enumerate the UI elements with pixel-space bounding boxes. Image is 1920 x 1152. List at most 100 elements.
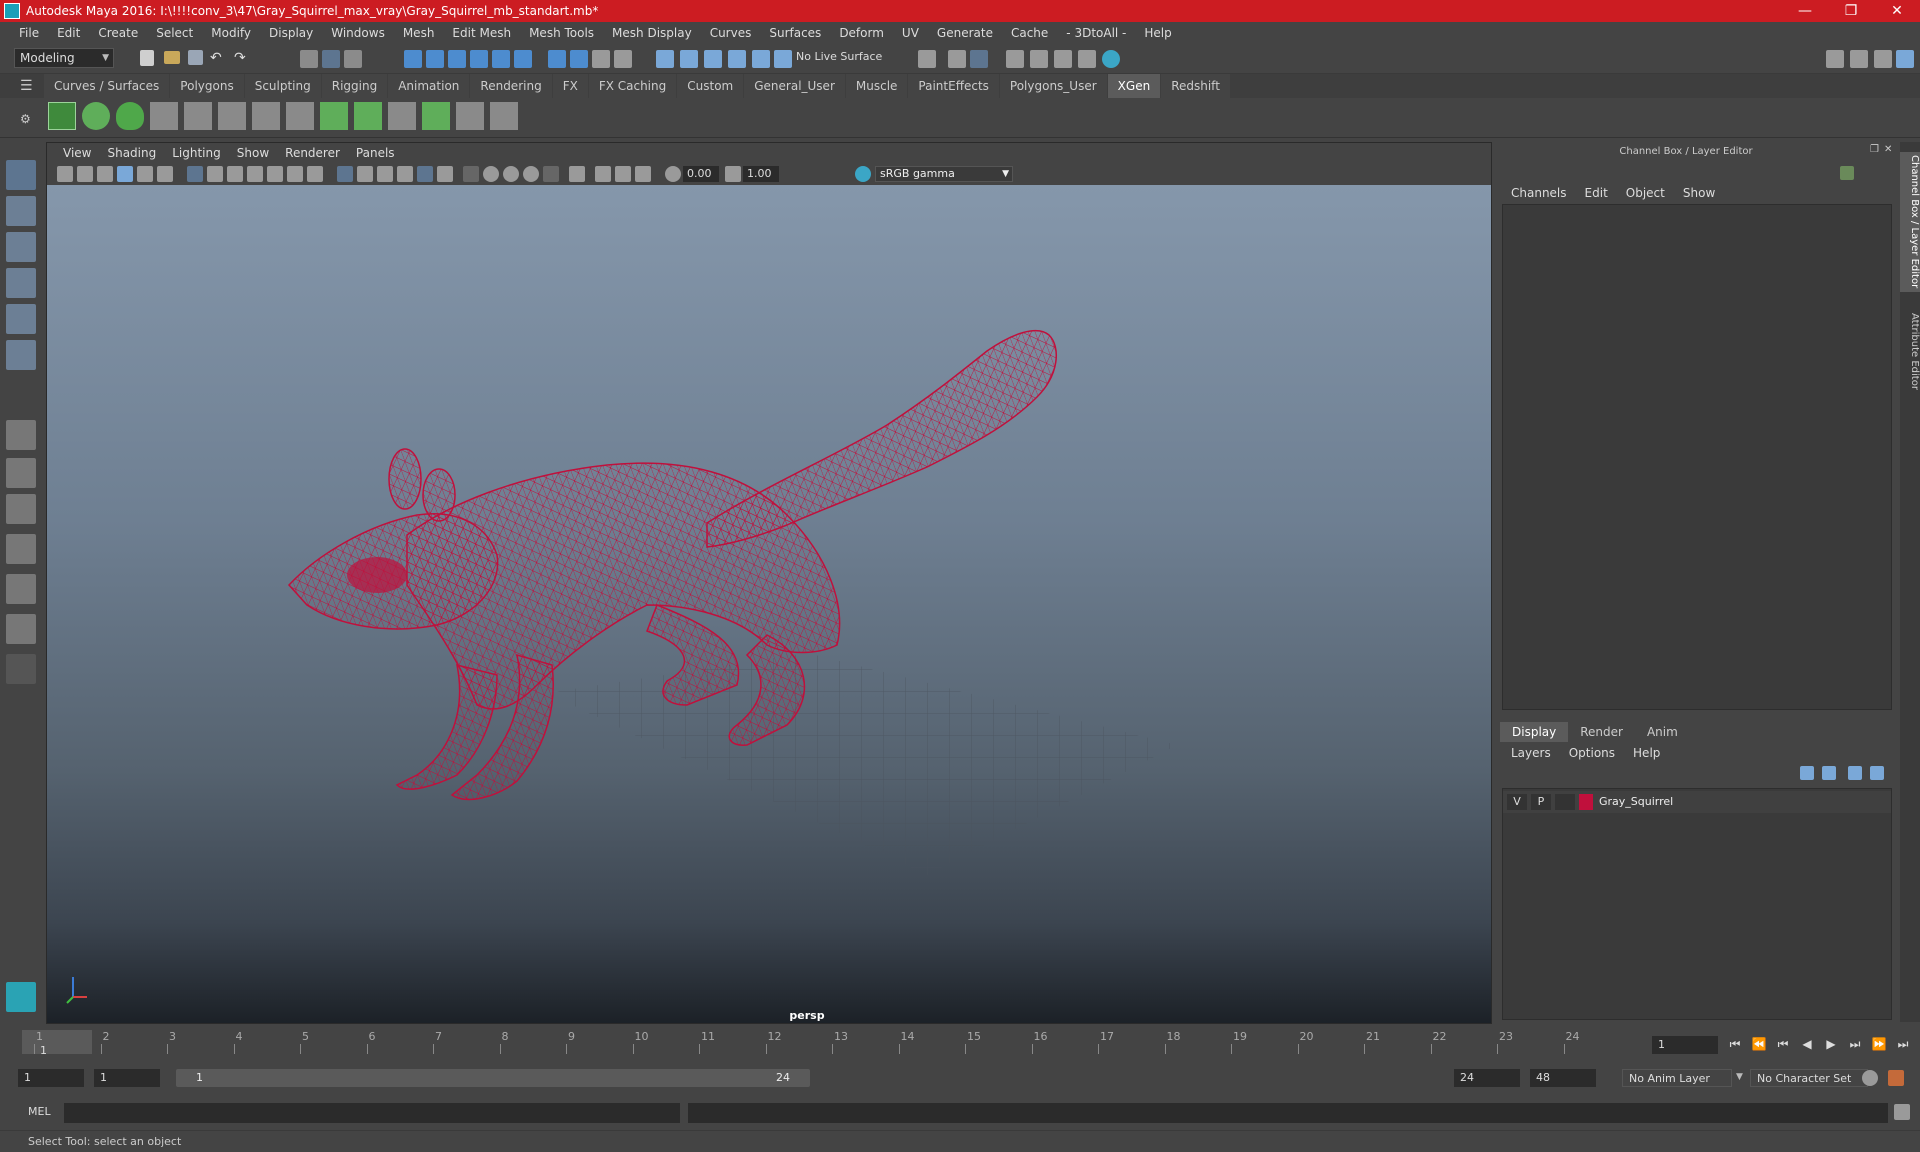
xgen-sculpt-guides-icon[interactable] bbox=[218, 102, 246, 130]
lasso-tool-icon[interactable] bbox=[6, 196, 36, 226]
anti-aliasing-icon[interactable] bbox=[523, 166, 539, 182]
xgen-create-description-icon[interactable] bbox=[116, 102, 144, 130]
move-tool-icon[interactable] bbox=[6, 268, 36, 298]
ipr-render-icon[interactable] bbox=[970, 50, 988, 68]
menu-mesh-tools[interactable]: Mesh Tools bbox=[520, 26, 603, 40]
menu-display[interactable]: Display bbox=[260, 26, 322, 40]
layout-four-icon[interactable] bbox=[6, 458, 36, 488]
gamma-field[interactable]: 1.00 bbox=[743, 166, 779, 182]
xgen-grass-icon[interactable] bbox=[422, 102, 450, 130]
panel-menu-panels[interactable]: Panels bbox=[348, 146, 403, 160]
ambient-occlusion-icon[interactable] bbox=[483, 166, 499, 182]
scale-tool-icon[interactable] bbox=[6, 340, 36, 370]
select-by-object-icon[interactable] bbox=[322, 50, 340, 68]
float-panel-icon[interactable]: ❐ bbox=[1870, 144, 1882, 156]
undo-icon[interactable]: ↶ bbox=[210, 50, 228, 68]
play-backward-icon[interactable]: ◀ bbox=[1798, 1036, 1816, 1052]
toggle-channel-box-icon[interactable] bbox=[1874, 50, 1892, 68]
motion-blur-icon[interactable] bbox=[503, 166, 519, 182]
snap-view-plane-icon[interactable] bbox=[492, 50, 510, 68]
input-ops-icon[interactable] bbox=[918, 50, 936, 68]
panel-menu-renderer[interactable]: Renderer bbox=[277, 146, 348, 160]
panel-menu-lighting[interactable]: Lighting bbox=[164, 146, 229, 160]
reflection-icon[interactable] bbox=[704, 50, 722, 68]
layer-color-swatch[interactable] bbox=[1579, 794, 1593, 810]
layer-type-toggle[interactable] bbox=[1555, 794, 1575, 810]
hypershade-icon[interactable] bbox=[1054, 50, 1072, 68]
make-live-icon[interactable] bbox=[514, 50, 532, 68]
menu-windows[interactable]: Windows bbox=[322, 26, 394, 40]
camera-select-icon[interactable] bbox=[57, 166, 73, 182]
menu-mesh-display[interactable]: Mesh Display bbox=[603, 26, 701, 40]
snap-grid-icon[interactable] bbox=[404, 50, 422, 68]
shelf-tab-polygons[interactable]: Polygons bbox=[170, 74, 244, 98]
shelf-tab-curves-surfaces[interactable]: Curves / Surfaces bbox=[44, 74, 170, 98]
playback-end-field[interactable]: 24 bbox=[1454, 1069, 1520, 1087]
render-view-icon[interactable] bbox=[1006, 50, 1024, 68]
menu-file[interactable]: File bbox=[10, 26, 48, 40]
menu-select[interactable]: Select bbox=[147, 26, 202, 40]
menu-modify[interactable]: Modify bbox=[202, 26, 260, 40]
xray-icon[interactable] bbox=[397, 166, 413, 182]
channel-box-area[interactable] bbox=[1502, 204, 1892, 710]
wireframe-icon[interactable] bbox=[337, 166, 353, 182]
workspace-icon[interactable] bbox=[1826, 50, 1844, 68]
grease-pencil-icon[interactable] bbox=[157, 166, 173, 182]
menu-edit-mesh[interactable]: Edit Mesh bbox=[443, 26, 520, 40]
xray-active-icon[interactable] bbox=[615, 166, 631, 182]
gate-mask-icon[interactable] bbox=[247, 166, 263, 182]
isolate-select-icon[interactable] bbox=[569, 166, 585, 182]
menu-mesh[interactable]: Mesh bbox=[394, 26, 444, 40]
image-plane-icon[interactable] bbox=[117, 166, 133, 182]
character-set-select[interactable]: No Character Set bbox=[1750, 1069, 1868, 1087]
new-scene-icon[interactable] bbox=[140, 50, 154, 66]
snap-curve-icon[interactable] bbox=[426, 50, 444, 68]
shelf-tab-fx[interactable]: FX bbox=[552, 74, 588, 98]
panel-menu-shading[interactable]: Shading bbox=[99, 146, 164, 160]
save-scene-icon[interactable] bbox=[188, 50, 203, 65]
symmetry-icon[interactable] bbox=[656, 50, 674, 68]
animation-preferences-icon[interactable] bbox=[1888, 1070, 1904, 1086]
cb-menu-show[interactable]: Show bbox=[1674, 186, 1724, 200]
render-setup-icon[interactable] bbox=[1078, 50, 1096, 68]
paint-select-tool-icon[interactable] bbox=[6, 232, 36, 262]
layer-tab-display[interactable]: Display bbox=[1500, 722, 1569, 742]
shelf-tab-xgen[interactable]: XGen bbox=[1107, 74, 1161, 98]
auto-key-icon[interactable] bbox=[1862, 1070, 1878, 1086]
layout-graph-icon[interactable] bbox=[6, 614, 36, 644]
xgen-lock-guides-icon[interactable] bbox=[286, 102, 314, 130]
side-tab-channel-box[interactable]: Channel Box / Layer Editor bbox=[1900, 152, 1920, 292]
construction-history-icon[interactable] bbox=[570, 50, 588, 68]
depth-of-field-icon[interactable] bbox=[543, 166, 559, 182]
anim-start-field[interactable]: 1 bbox=[18, 1069, 84, 1087]
shelf-tab-fx-caching[interactable]: FX Caching bbox=[588, 74, 677, 98]
menu-create[interactable]: Create bbox=[89, 26, 147, 40]
cb-menu-edit[interactable]: Edit bbox=[1576, 186, 1617, 200]
shelf-tab-rendering[interactable]: Rendering bbox=[470, 74, 552, 98]
layer-visibility-toggle[interactable]: V bbox=[1507, 794, 1527, 810]
backface-icon[interactable] bbox=[635, 166, 651, 182]
layer-playback-toggle[interactable]: P bbox=[1531, 794, 1551, 810]
panel-menu-show[interactable]: Show bbox=[229, 146, 277, 160]
shelf-tab-custom[interactable]: Custom bbox=[677, 74, 744, 98]
menu-deform[interactable]: Deform bbox=[830, 26, 893, 40]
field-chart-icon[interactable] bbox=[267, 166, 283, 182]
close-panel-icon[interactable]: ✕ bbox=[1884, 144, 1896, 156]
menu-3dtoall[interactable]: - 3DtoAll - bbox=[1057, 26, 1135, 40]
playback-start-field[interactable]: 1 bbox=[94, 1069, 160, 1087]
snap-together-icon[interactable] bbox=[728, 50, 746, 68]
menu-cache[interactable]: Cache bbox=[1002, 26, 1057, 40]
move-layer-up-icon[interactable] bbox=[1800, 766, 1814, 780]
layer-name[interactable]: Gray_Squirrel bbox=[1599, 795, 1673, 808]
toggle-attribute-editor-icon[interactable] bbox=[1896, 50, 1914, 68]
wireframe-on-shaded-icon[interactable] bbox=[377, 166, 393, 182]
shelf-tab-rigging[interactable]: Rigging bbox=[321, 74, 388, 98]
safe-action-icon[interactable] bbox=[287, 166, 303, 182]
range-slider[interactable]: 1 24 bbox=[176, 1069, 810, 1087]
history-icon[interactable] bbox=[548, 50, 566, 68]
xgen-preview-icon[interactable] bbox=[82, 102, 110, 130]
color-management-icon[interactable] bbox=[855, 166, 871, 182]
gamma-icon[interactable] bbox=[725, 166, 741, 182]
shelf-settings-icon[interactable]: ⚙ bbox=[20, 112, 38, 130]
cb-menu-channels[interactable]: Channels bbox=[1502, 186, 1576, 200]
